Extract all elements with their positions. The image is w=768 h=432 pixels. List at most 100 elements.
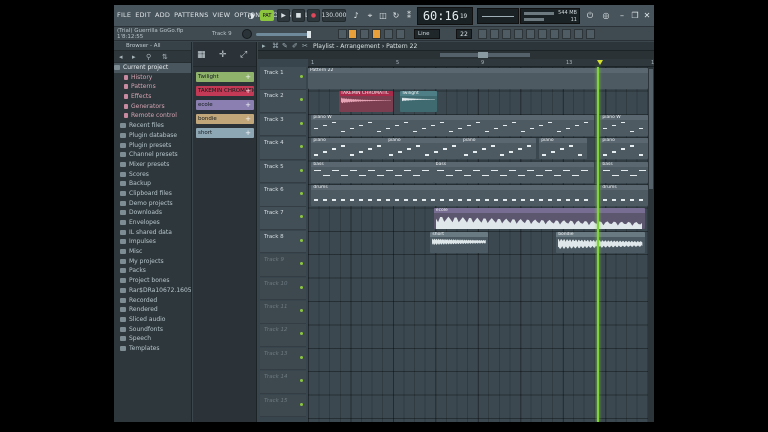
browser-item[interactable]: History [114,73,191,83]
track-header[interactable]: Track 1 [260,67,306,90]
clip-item[interactable]: Twilight + [196,72,254,82]
song-marker-icon[interactable] [597,60,603,65]
menu-patterns[interactable]: PATTERNS [174,11,208,19]
pattern-clip[interactable]: piano [539,138,587,160]
track-header[interactable]: Track 9 [260,254,306,277]
draw-tool-icon[interactable] [348,29,357,39]
forward-icon[interactable]: ▸ [132,53,136,61]
browser-item[interactable]: Soundfonts [114,325,191,335]
track-active-led[interactable] [300,402,303,406]
pattern-clip[interactable]: bass [311,161,434,183]
piano-roll-view-icon[interactable] [502,29,511,39]
audio-clip[interactable]: bondie [556,231,645,253]
track-header[interactable]: Track 2 [260,90,306,113]
track-header[interactable]: Track 15 [260,394,306,418]
blend-icon[interactable]: ⁑ [403,9,415,22]
track-active-led[interactable] [300,215,303,219]
pattern-clip[interactable]: drums [600,185,648,206]
track-active-led[interactable] [300,309,303,312]
minimize-icon[interactable]: – [616,9,628,22]
track-active-led[interactable] [300,192,303,195]
browser-item[interactable]: Current project [114,63,191,73]
track-header[interactable]: Track 6 [260,184,306,207]
menu-view[interactable]: VIEW [213,11,231,19]
wait-icon[interactable]: ⌖ [364,9,376,22]
audio-clip[interactable]: ecole [433,208,645,230]
track-active-led[interactable] [300,75,303,78]
browser-item[interactable]: My projects [114,257,191,267]
picker-menu-icon[interactable]: ▦ [197,50,206,60]
clip-item[interactable]: ecole + [196,100,254,110]
clip-item[interactable]: TAKEMIN CHROMATIC + [196,86,254,96]
pattern-clip[interactable]: piano [600,138,648,160]
snap-icon[interactable] [338,29,347,39]
menu-edit[interactable]: EDIT [135,11,151,19]
browser-item[interactable]: Mixer presets [114,160,191,170]
audio-clip[interactable]: TAKEMIN CHROMATIC [338,91,393,113]
channel-rack-view-icon[interactable] [514,29,523,39]
browser-item[interactable]: Templates [114,344,191,354]
vertical-scrollbar[interactable] [648,67,654,422]
track-active-led[interactable] [300,332,303,336]
midi-icon[interactable] [586,29,595,39]
pattern-clip[interactable]: drums [311,185,597,206]
pattern-clip[interactable]: bass [433,161,594,183]
close-icon[interactable]: ✕ [641,9,653,22]
pattern-clip[interactable]: bass [600,161,648,183]
track-active-led[interactable] [300,98,303,102]
playlist-menu-icon[interactable]: ▸ [262,42,266,51]
snap-select[interactable]: Line [414,29,440,39]
browser-item[interactable]: Speech [114,334,191,344]
brush-icon[interactable]: ✐ [292,42,298,51]
plugin-picker-icon[interactable] [550,29,559,39]
audio-clip[interactable]: Twilight [399,91,438,113]
track-header[interactable]: Track 8 [260,230,306,254]
sort-icon[interactable]: ⇅ [162,53,168,61]
stop-button[interactable]: ■ [292,9,305,22]
pencil-icon[interactable]: ✎ [282,42,288,51]
browser-item[interactable]: Recent files [114,121,191,131]
mute-tool-icon[interactable] [396,29,405,39]
online-icon[interactable]: ◎ [600,9,612,22]
browser-item[interactable]: Channel presets [114,150,191,160]
track-header[interactable]: Track 11 [260,301,306,324]
browser-view-icon[interactable] [538,29,547,39]
track-header[interactable]: Track 3 [260,113,306,137]
track-active-led[interactable] [300,355,303,359]
browser-item[interactable]: Effects [114,92,191,102]
step-counter[interactable]: 22 [456,29,472,39]
track-header[interactable]: Track 13 [260,347,306,371]
pattern-clip[interactable]: piano W [600,114,648,136]
browser-item[interactable]: Patterns [114,82,191,92]
menu-add[interactable]: ADD [155,11,170,19]
browser-item[interactable]: Rendered [114,305,191,315]
track-active-led[interactable] [300,238,303,242]
plus-icon[interactable]: + [245,100,251,110]
countdown-icon[interactable]: ◫ [377,9,389,22]
playlist-overview[interactable] [258,51,654,59]
record-button[interactable]: ● [307,9,320,22]
search-icon[interactable]: ⚲ [146,53,151,61]
song-position-display[interactable]: 60:16 19 [417,7,473,25]
record-mode-icon[interactable]: ◑ [245,9,257,22]
browser-item[interactable]: Packs [114,266,191,276]
playlist-view-icon[interactable] [490,29,499,39]
pattern-clip[interactable]: piano W [311,114,594,136]
paint-tool-icon[interactable] [360,29,369,39]
browser-item[interactable]: Clipboard files [114,189,191,199]
track-header[interactable]: Track 10 [260,277,306,301]
browser-item[interactable]: Generators [114,102,191,112]
picker-add-icon[interactable]: ✛ [219,50,227,60]
plus-icon[interactable]: + [245,114,251,124]
metronome-icon[interactable]: ♪ [350,9,362,22]
browser-item[interactable]: IL shared data [114,228,191,238]
plus-icon[interactable]: + [245,86,251,96]
browser-header[interactable]: Browser - All [114,42,191,51]
browser-item[interactable]: Impulses [114,237,191,247]
browser-item[interactable]: Plugin database [114,131,191,141]
track-active-led[interactable] [300,145,303,149]
back-icon[interactable]: ◂ [119,53,123,61]
restore-icon[interactable]: ❐ [629,9,641,22]
browser-item[interactable]: Project bones [114,276,191,286]
pattern-clip[interactable]: piano [386,138,461,160]
